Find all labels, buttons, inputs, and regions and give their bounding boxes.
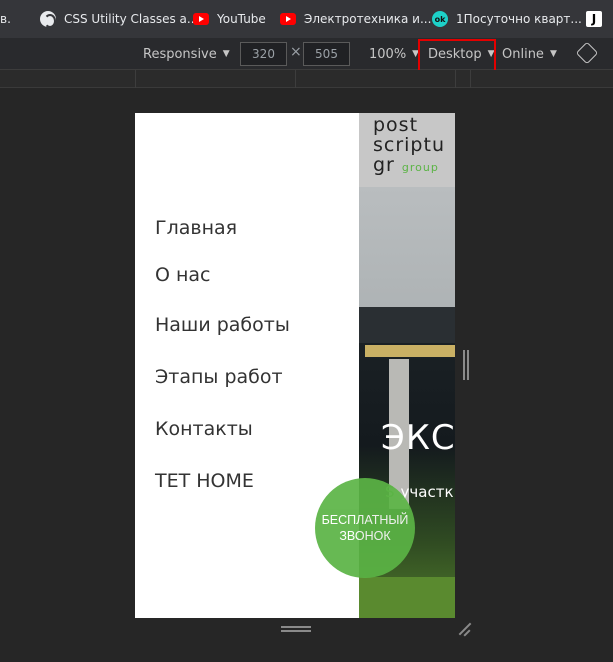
bookmark-posutochno[interactable]: ok 1Посуточно кварт... [432, 0, 582, 38]
ruler-tick [455, 70, 456, 88]
bookmark-electro[interactable]: Электротехника и... [280, 0, 431, 38]
height-input[interactable]: 505 [303, 42, 350, 66]
lawn [359, 577, 455, 618]
logo-line: scriptu [373, 134, 445, 156]
device-viewport: post scriptu gr group ЭКСП Sучастк Главн… [135, 113, 455, 618]
ruler-tick [470, 70, 471, 88]
resize-handle-bottom[interactable] [281, 626, 311, 632]
browser-window: в. CSS Utility Classes a... YouTube Элек… [0, 0, 613, 662]
call-button-line: БЕСПЛАТНЫЙ [321, 513, 409, 527]
bookmark-css-utility[interactable]: CSS Utility Classes a... [40, 0, 198, 38]
call-button-line: ЗВОНОК [339, 529, 391, 543]
menu-item-works[interactable]: Наши работы [155, 314, 290, 336]
house-light [365, 345, 455, 357]
bookmark-item[interactable]: в. [0, 0, 11, 38]
menu-item-contacts[interactable]: Контакты [155, 418, 253, 440]
ruler-tick [295, 70, 296, 88]
menu-item-home[interactable]: Главная [155, 217, 237, 239]
ruler-tick [135, 70, 136, 88]
bookmark-label: в. [0, 12, 11, 26]
zoom-label: 100% [369, 46, 407, 62]
menu-item-stages[interactable]: Этапы работ [155, 366, 283, 388]
width-input[interactable]: 320 [240, 42, 287, 66]
ok-icon: ok [432, 11, 448, 27]
bookmark-youtube[interactable]: YouTube [193, 0, 266, 38]
throttle-label: Online [502, 46, 544, 62]
globe-icon [40, 11, 56, 28]
logo-line: post [373, 114, 419, 136]
house-roof [359, 307, 455, 343]
responsive-dropdown[interactable]: Responsive ▼ [143, 38, 230, 70]
bookmarks-bar: в. CSS Utility Classes a... YouTube Элек… [0, 0, 613, 38]
logo-green-text: group [401, 161, 439, 174]
bookmark-label: 1Посуточно кварт... [456, 12, 582, 26]
menu-item-about[interactable]: О нас [155, 264, 211, 286]
bookmark-j[interactable]: J [586, 0, 610, 38]
responsive-label: Responsive [143, 46, 217, 62]
caret-down-icon: ▼ [549, 49, 557, 59]
logo-text: post scriptu gr group [373, 115, 445, 178]
j-icon: J [586, 11, 602, 27]
free-call-button[interactable]: БЕСПЛАТНЫЙ ЗВОНОК [315, 478, 415, 578]
resize-handle-right[interactable] [463, 350, 469, 380]
zoom-dropdown[interactable]: 100% ▼ [369, 38, 419, 70]
dimension-separator: × [290, 44, 302, 60]
hero-title: ЭКСП [381, 418, 455, 458]
hero-sub-text: участк [400, 483, 454, 501]
resize-handle-corner[interactable] [458, 622, 472, 636]
throttle-dropdown[interactable]: Online ▼ [502, 38, 557, 70]
menu-item-tet-home[interactable]: TET HOME [155, 470, 254, 492]
caret-down-icon: ▼ [222, 49, 230, 59]
bookmark-label: YouTube [217, 12, 266, 26]
media-query-ruler [0, 70, 613, 88]
logo-line: gr [373, 154, 395, 176]
bookmark-label: Электротехника и... [304, 12, 432, 26]
youtube-icon [193, 13, 209, 25]
bookmark-label: CSS Utility Classes a... [64, 12, 199, 26]
youtube-icon [280, 13, 296, 25]
device-toolbar: Responsive ▼ 320 × 505 100% ▼ Desktop ▼ … [0, 38, 613, 70]
logo[interactable]: post scriptu gr group [359, 113, 455, 187]
